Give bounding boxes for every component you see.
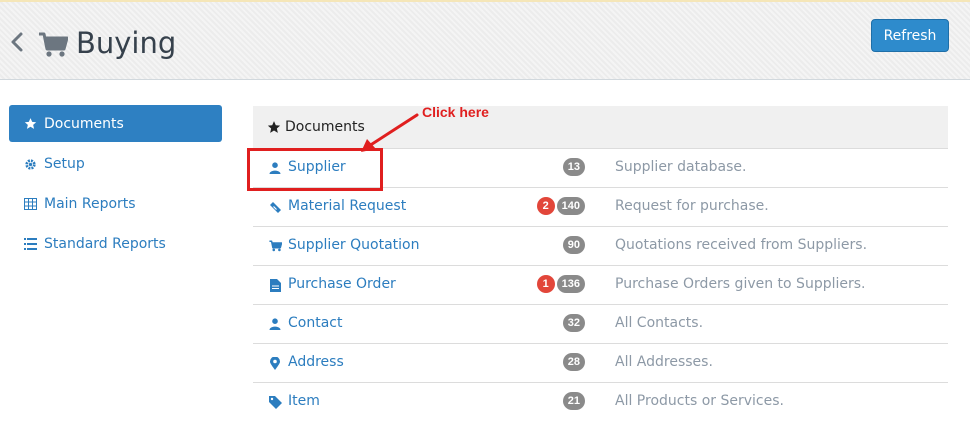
sidebar-item-label: Documents [44, 115, 124, 132]
list-item-description: Supplier database. [615, 159, 747, 175]
count-badge: 136 [556, 275, 585, 293]
list-item-label[interactable]: Item [288, 393, 320, 409]
shopping-cart-icon [39, 32, 68, 57]
list-item-label[interactable]: Supplier Quotation [288, 237, 419, 253]
list-item-supplier-quotation[interactable]: Supplier Quotation 90 Quotations receive… [253, 227, 948, 266]
count-badge: 90 [562, 236, 585, 254]
count-badge: 28 [562, 353, 585, 371]
count-badge: 21 [562, 392, 585, 410]
page-title: Buying [76, 26, 177, 60]
list-item-description: All Contacts. [615, 315, 704, 331]
list-item-description: All Addresses. [615, 354, 713, 370]
list-item-label[interactable]: Purchase Order [288, 276, 396, 292]
chevron-left-icon[interactable] [8, 31, 26, 53]
count-badge: 32 [562, 314, 585, 332]
list-icon [23, 237, 37, 251]
new-count-badge: 1 [536, 275, 555, 293]
table-icon [23, 197, 37, 211]
sidebar-item-label: Setup [44, 156, 85, 172]
list-item-description: Purchase Orders given to Suppliers. [615, 276, 866, 292]
file-icon [268, 278, 282, 292]
sidebar-item-label: Main Reports [44, 196, 136, 212]
ticket-icon [268, 200, 282, 214]
list-item-purchase-order[interactable]: Purchase Order 1 136 Purchase Orders giv… [253, 266, 948, 305]
gear-icon [23, 157, 37, 171]
list-item-description: All Products or Services. [615, 393, 784, 409]
panel-heading-label: Documents [285, 119, 365, 135]
user-icon [268, 317, 282, 331]
sidebar-item-documents[interactable]: Documents [9, 105, 222, 142]
list-item-address[interactable]: Address 28 All Addresses. [253, 344, 948, 383]
sidebar-item-standard-reports[interactable]: Standard Reports [9, 224, 222, 264]
annotation-callout: Click here [422, 104, 489, 120]
list-item-label[interactable]: Contact [288, 315, 342, 331]
refresh-button[interactable]: Refresh [871, 19, 949, 52]
page-header: Buying Refresh [0, 0, 970, 80]
list-item-label[interactable]: Address [288, 354, 344, 370]
list-item-description: Quotations received from Suppliers. [615, 237, 868, 253]
list-item-label[interactable]: Material Request [288, 198, 406, 214]
sidebar-item-main-reports[interactable]: Main Reports [9, 184, 222, 224]
sidebar-item-label: Standard Reports [44, 236, 166, 252]
list-item-contact[interactable]: Contact 32 All Contacts. [253, 305, 948, 344]
shopping-cart-icon [268, 239, 282, 253]
new-count-badge: 2 [536, 197, 555, 215]
list-item-item[interactable]: Item 21 All Products or Services. [253, 383, 948, 422]
annotation-arrow [361, 113, 419, 152]
sidebar-item-setup[interactable]: Setup [9, 144, 222, 184]
sidebar: Documents Setup Main Reports Standard Re… [9, 105, 222, 264]
count-badge: 13 [562, 158, 585, 176]
star-icon [23, 117, 37, 131]
list-item-material-request[interactable]: Material Request 2 140 Request for purch… [253, 188, 948, 227]
star-icon [267, 120, 281, 134]
tag-icon [268, 395, 282, 409]
count-badge: 140 [556, 197, 585, 215]
map-marker-icon [268, 356, 282, 370]
list-item-description: Request for purchase. [615, 198, 769, 214]
